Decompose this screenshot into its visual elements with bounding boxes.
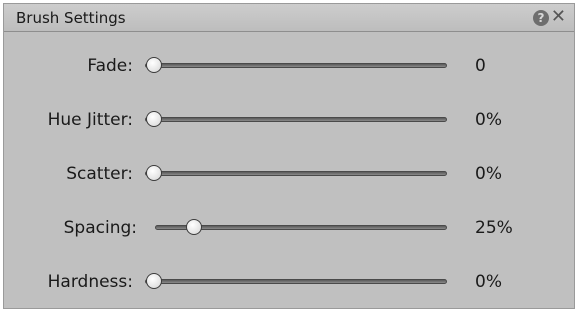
fade-value: 0: [475, 56, 486, 76]
slider-row-spacing: Spacing: 25%: [4, 212, 574, 242]
hardness-slider-thumb[interactable]: [146, 273, 162, 289]
spacing-label: Spacing:: [63, 218, 137, 238]
spacing-slider-track[interactable]: [155, 219, 447, 235]
slider-row-scatter: Scatter: 0%: [4, 158, 574, 188]
scatter-label: Scatter:: [66, 164, 133, 184]
scatter-slider-thumb[interactable]: [146, 165, 162, 181]
brush-settings-panel: Brush Settings ? ✕ Fade: 0 Hue Jitter: 0…: [3, 3, 575, 309]
fade-slider-thumb[interactable]: [146, 57, 162, 73]
spacing-value: 25%: [475, 218, 513, 238]
hue-jitter-value: 0%: [475, 110, 502, 130]
hue-jitter-label: Hue Jitter:: [47, 110, 133, 130]
scatter-value: 0%: [475, 164, 502, 184]
slider-row-fade: Fade: 0: [4, 50, 574, 80]
help-icon[interactable]: ?: [533, 10, 549, 26]
fade-slider-track[interactable]: [145, 57, 447, 73]
hardness-slider-track[interactable]: [145, 273, 447, 289]
hue-jitter-slider-thumb[interactable]: [146, 111, 162, 127]
slider-row-hue-jitter: Hue Jitter: 0%: [4, 104, 574, 134]
spacing-slider-thumb[interactable]: [186, 219, 203, 235]
close-icon[interactable]: ✕: [551, 7, 566, 27]
panel-titlebar[interactable]: Brush Settings ? ✕: [4, 4, 574, 32]
scatter-slider-track[interactable]: [145, 165, 447, 181]
hardness-label: Hardness:: [47, 272, 133, 292]
slider-row-hardness: Hardness: 0%: [4, 266, 574, 296]
panel-title: Brush Settings: [16, 9, 126, 27]
hue-jitter-slider-track[interactable]: [145, 111, 447, 127]
fade-label: Fade:: [87, 56, 133, 76]
hardness-value: 0%: [475, 272, 502, 292]
